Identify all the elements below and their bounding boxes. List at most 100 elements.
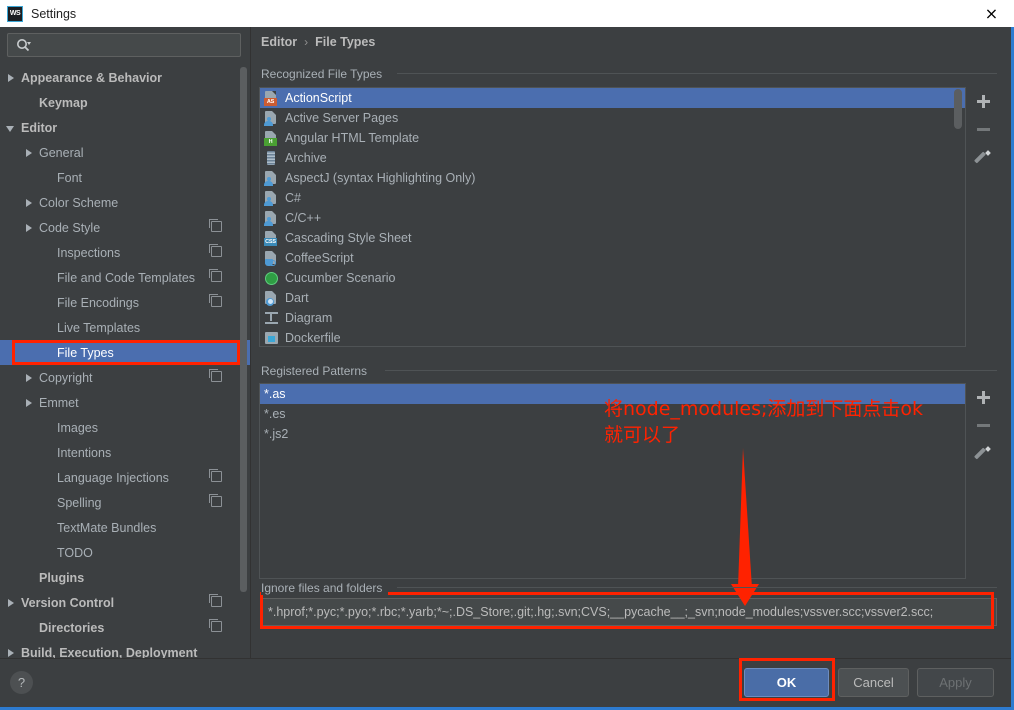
sidebar-item-file-encodings[interactable]: File Encodings bbox=[0, 290, 250, 315]
sidebar-item-directories[interactable]: Directories bbox=[0, 615, 250, 640]
sidebar-item-label: TextMate Bundles bbox=[57, 520, 157, 535]
remove-file-type-button[interactable] bbox=[969, 115, 997, 143]
sidebar-item-label: Editor bbox=[21, 120, 58, 135]
recognized-file-types-list[interactable]: AS ActionScript Active Server Pages H Angula… bbox=[259, 87, 966, 347]
sidebar-item-copyright[interactable]: Copyright bbox=[0, 365, 250, 390]
cancel-button[interactable]: Cancel bbox=[838, 668, 909, 697]
file-type-label: CoffeeScript bbox=[285, 251, 354, 265]
sidebar-item-live-templates[interactable]: Live Templates bbox=[0, 315, 250, 340]
sidebar-item-images[interactable]: Images bbox=[0, 415, 250, 440]
help-button[interactable]: ? bbox=[10, 671, 33, 694]
sidebar-item-todo[interactable]: TODO bbox=[0, 540, 250, 565]
close-icon[interactable]: × bbox=[969, 0, 1014, 27]
recognized-section-rule bbox=[397, 73, 997, 74]
file-type-row[interactable]: CSS Cascading Style Sheet bbox=[260, 228, 965, 248]
sidebar-item-label: File Encodings bbox=[57, 295, 139, 310]
chevron-right-icon[interactable] bbox=[6, 598, 16, 608]
file-type-label: Angular HTML Template bbox=[285, 131, 420, 145]
search-input[interactable] bbox=[31, 38, 240, 52]
file-type-row[interactable]: C/C++ bbox=[260, 208, 965, 228]
copy-settings-icon bbox=[209, 369, 222, 382]
ignore-section-rule bbox=[397, 587, 997, 588]
sidebar-item-label: General bbox=[39, 145, 84, 160]
app-logo-icon: WS bbox=[7, 5, 23, 22]
pattern-label: *.js2 bbox=[264, 427, 289, 441]
sidebar-item-label: Appearance & Behavior bbox=[21, 70, 163, 85]
file-types-scrollbar[interactable] bbox=[954, 89, 962, 129]
sidebar-item-file-and-code-templates[interactable]: File and Code Templates bbox=[0, 265, 250, 290]
chevron-right-icon[interactable] bbox=[24, 223, 34, 233]
copy-settings-icon bbox=[209, 294, 222, 307]
sidebar-item-spelling[interactable]: Spelling bbox=[0, 490, 250, 515]
sidebar-item-version-control[interactable]: Version Control bbox=[0, 590, 250, 615]
sidebar-item-textmate-bundles[interactable]: TextMate Bundles bbox=[0, 515, 250, 540]
person-file-icon bbox=[264, 210, 279, 226]
chevron-right-icon[interactable] bbox=[6, 73, 16, 83]
sidebar-item-general[interactable]: General bbox=[0, 140, 250, 165]
chevron-right-icon[interactable] bbox=[24, 198, 34, 208]
ok-button[interactable]: OK bbox=[744, 668, 829, 697]
file-type-label: Diagram bbox=[285, 311, 333, 325]
copy-settings-icon bbox=[209, 469, 222, 482]
file-type-row[interactable]: CoffeeScript bbox=[260, 248, 965, 268]
sidebar-item-label: Plugins bbox=[39, 570, 85, 585]
chevron-down-icon[interactable] bbox=[6, 123, 16, 133]
dialog-footer: ? OK Cancel Apply bbox=[0, 658, 1011, 707]
sidebar-item-intentions[interactable]: Intentions bbox=[0, 440, 250, 465]
badge-file-icon: AS bbox=[264, 90, 279, 106]
panel-divider[interactable] bbox=[250, 27, 257, 658]
remove-pattern-button[interactable] bbox=[969, 411, 997, 439]
pattern-label: *.es bbox=[264, 407, 286, 421]
badge-file-icon: CSS bbox=[264, 230, 279, 246]
sidebar-item-inspections[interactable]: Inspections bbox=[0, 240, 250, 265]
file-type-row[interactable]: AS ActionScript bbox=[260, 88, 965, 108]
file-type-row[interactable]: Cucumber Scenario bbox=[260, 268, 965, 288]
minus-icon bbox=[976, 419, 990, 432]
add-file-type-button[interactable] bbox=[969, 87, 997, 115]
ignore-files-input[interactable]: *.hprof;*.pyc;*.pyo;*.rbc;*.yarb;*~;.DS_… bbox=[261, 598, 997, 626]
file-type-row[interactable]: C# bbox=[260, 188, 965, 208]
file-type-row[interactable]: Active Server Pages bbox=[260, 108, 965, 128]
sidebar-item-file-types[interactable]: File Types bbox=[0, 340, 250, 365]
sidebar-item-editor[interactable]: Editor bbox=[0, 115, 250, 140]
sidebar-item-label: Intentions bbox=[57, 445, 112, 460]
file-type-row[interactable]: H Angular HTML Template bbox=[260, 128, 965, 148]
edit-file-type-button[interactable] bbox=[969, 143, 997, 171]
sidebar-item-code-style[interactable]: Code Style bbox=[0, 215, 250, 240]
sidebar-item-emmet[interactable]: Emmet bbox=[0, 390, 250, 415]
sidebar-item-build-execution-deployment[interactable]: Build, Execution, Deployment bbox=[0, 640, 250, 658]
file-type-row[interactable]: Diagram bbox=[260, 308, 965, 328]
edit-pattern-button[interactable] bbox=[969, 439, 997, 467]
zip-file-icon bbox=[264, 150, 279, 166]
sidebar-item-color-scheme[interactable]: Color Scheme bbox=[0, 190, 250, 215]
sidebar-item-label: Spelling bbox=[57, 495, 102, 510]
file-type-row[interactable]: Dockerfile bbox=[260, 328, 965, 348]
file-type-row[interactable]: AspectJ (syntax Highlighting Only) bbox=[260, 168, 965, 188]
file-type-row[interactable]: Archive bbox=[260, 148, 965, 168]
chevron-right-icon[interactable] bbox=[24, 373, 34, 383]
content-pane: Editor › File Types Recognized File Type… bbox=[257, 27, 1011, 658]
breadcrumb-parent[interactable]: Editor bbox=[261, 35, 297, 49]
add-pattern-button[interactable] bbox=[969, 383, 997, 411]
sidebar-item-appearance-behavior[interactable]: Appearance & Behavior bbox=[0, 65, 250, 90]
sidebar-item-language-injections[interactable]: Language Injections bbox=[0, 465, 250, 490]
annotation-note-line1: 将node_modules;添加到下面点击ok bbox=[604, 398, 924, 420]
copy-settings-icon bbox=[209, 619, 222, 632]
sidebar-item-font[interactable]: Font bbox=[0, 165, 250, 190]
sidebar-item-keymap[interactable]: Keymap bbox=[0, 90, 250, 115]
pattern-label: *.as bbox=[264, 387, 286, 401]
chevron-right-icon[interactable] bbox=[24, 398, 34, 408]
sidebar-scrollbar[interactable] bbox=[240, 67, 247, 592]
sidebar-item-label: File Types bbox=[57, 345, 114, 360]
file-type-label: Dockerfile bbox=[285, 331, 341, 345]
sidebar-item-label: Color Scheme bbox=[39, 195, 119, 210]
chevron-right-icon[interactable] bbox=[6, 648, 16, 658]
settings-sidebar: Appearance & Behavior Keymap Editor General… bbox=[0, 27, 250, 658]
search-box[interactable] bbox=[7, 33, 241, 57]
sidebar-item-plugins[interactable]: Plugins bbox=[0, 565, 250, 590]
chevron-right-icon[interactable] bbox=[24, 148, 34, 158]
file-type-label: C/C++ bbox=[285, 211, 322, 225]
file-type-row[interactable]: Dart bbox=[260, 288, 965, 308]
